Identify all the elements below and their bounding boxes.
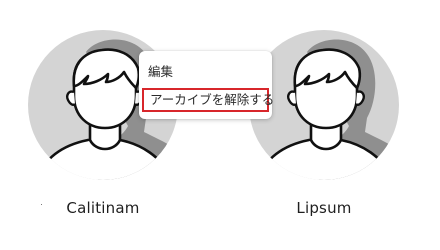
profile-name: Calitinam xyxy=(66,199,140,217)
profile-name: Lipsum xyxy=(296,199,352,217)
profile-card-lipsum[interactable]: Lipsum xyxy=(249,0,399,250)
profile-card-calitinam[interactable]: Calitinam xyxy=(28,0,178,250)
profile-selection-screen: Calitinam Lipsum 編集 アーカイブを解除する xyxy=(0,0,440,250)
context-menu: 編集 アーカイブを解除する xyxy=(139,51,274,119)
menu-item-edit[interactable]: 編集 xyxy=(139,60,272,84)
menu-item-unarchive[interactable]: アーカイブを解除する xyxy=(142,88,274,112)
